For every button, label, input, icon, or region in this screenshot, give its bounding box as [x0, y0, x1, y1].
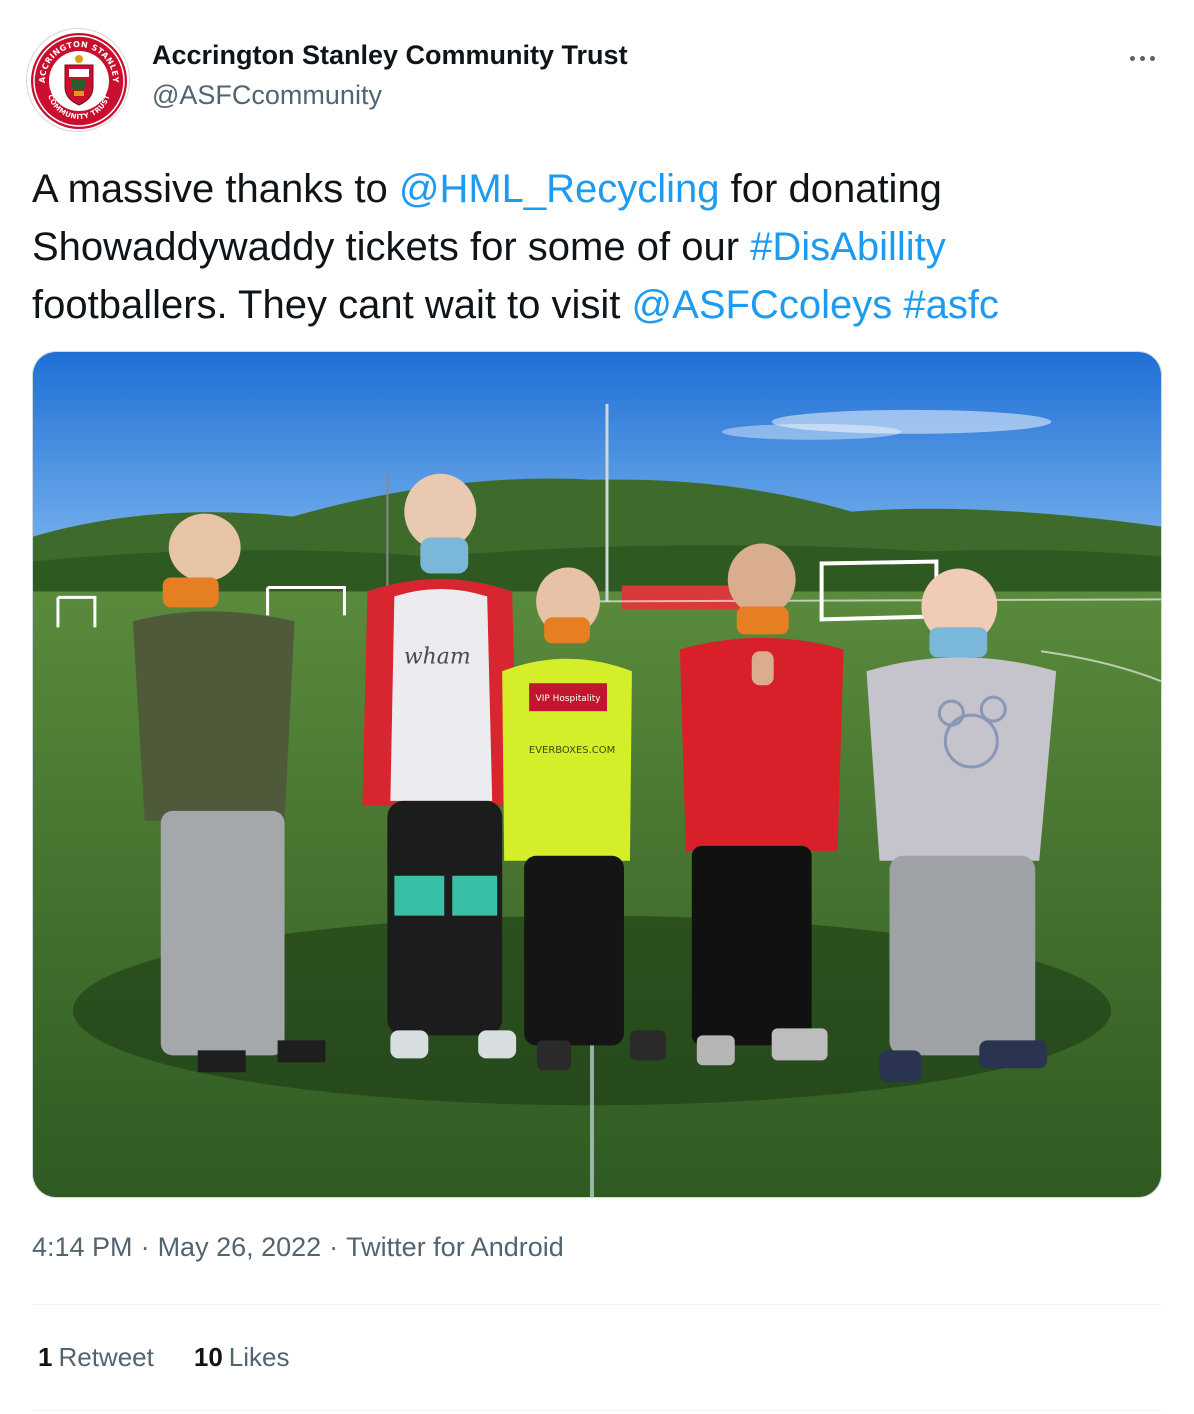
tweet-date-link[interactable]: May 26, 2022: [158, 1232, 322, 1262]
tweet-text-segment: for donating: [719, 167, 942, 211]
tweet-text-line-1: A massive thanks to @HML_Recycling for d…: [32, 160, 1172, 218]
divider: [32, 1410, 1162, 1411]
tweet-text-segment: [892, 283, 903, 327]
tweet-source-link[interactable]: Twitter for Android: [346, 1232, 564, 1262]
tweet-text-segment: Showaddywaddy tickets for some of our: [32, 225, 751, 269]
more-dot: [1129, 55, 1135, 61]
divider: [32, 1304, 1162, 1305]
likes-count: 10: [193, 1342, 223, 1372]
ticket-text: VIP Hospitality: [536, 694, 602, 704]
tweet-photo[interactable]: wham VIP Hospitality EVERBOXES.COM: [32, 351, 1162, 1198]
club-crest-icon: ACCRINGTON STANLEY COMMUNITY TRUST: [31, 33, 127, 129]
author-handle[interactable]: @ASFCcommunity: [152, 80, 382, 111]
retweets-count: 1: [38, 1342, 53, 1372]
photo-scene: wham VIP Hospitality EVERBOXES.COM: [33, 352, 1161, 1197]
engagement-stats: 1 Retweet 10 Likes: [38, 1342, 289, 1373]
mention-link-asfccoleys[interactable]: @ASFCcoleys: [632, 283, 893, 327]
tweet-text-segment: A massive thanks to: [32, 167, 399, 211]
tweet-text: A massive thanks to @HML_Recycling for d…: [32, 160, 1172, 334]
tweet-time-link[interactable]: 4:14 PM: [32, 1232, 133, 1262]
author-avatar[interactable]: ACCRINGTON STANLEY COMMUNITY TRUST: [26, 28, 130, 132]
more-dot: [1139, 55, 1145, 61]
sponsor-text: EVERBOXES.COM: [529, 745, 615, 756]
tweet-meta: 4:14 PM · May 26, 2022 · Twitter for Android: [32, 1232, 564, 1263]
mention-link-hml-recycling[interactable]: @HML_Recycling: [399, 167, 720, 211]
tweet-card: ACCRINGTON STANLEY COMMUNITY TRUST Accri…: [0, 0, 1194, 1414]
retweets-label: Retweet: [58, 1342, 154, 1372]
likes-stat[interactable]: 10 Likes: [194, 1342, 290, 1373]
hashtag-link-disability[interactable]: #DisAbillity: [750, 225, 946, 269]
shirt-text: wham: [404, 644, 471, 669]
meta-separator: ·: [140, 1232, 150, 1262]
more-options-icon[interactable]: [1120, 40, 1164, 76]
retweets-stat[interactable]: 1 Retweet: [38, 1342, 154, 1373]
tweet-text-segment: footballers. They cant wait to visit: [32, 283, 632, 327]
likes-label: Likes: [228, 1342, 290, 1372]
more-dot: [1149, 55, 1155, 61]
hashtag-link-asfc[interactable]: #asfc: [903, 283, 999, 327]
author-display-name[interactable]: Accrington Stanley Community Trust: [152, 40, 628, 71]
meta-separator: ·: [329, 1232, 339, 1262]
tweet-text-line-3: footballers. They cant wait to visit @AS…: [32, 276, 1172, 334]
tweet-text-line-2: Showaddywaddy tickets for some of our #D…: [32, 218, 1172, 276]
